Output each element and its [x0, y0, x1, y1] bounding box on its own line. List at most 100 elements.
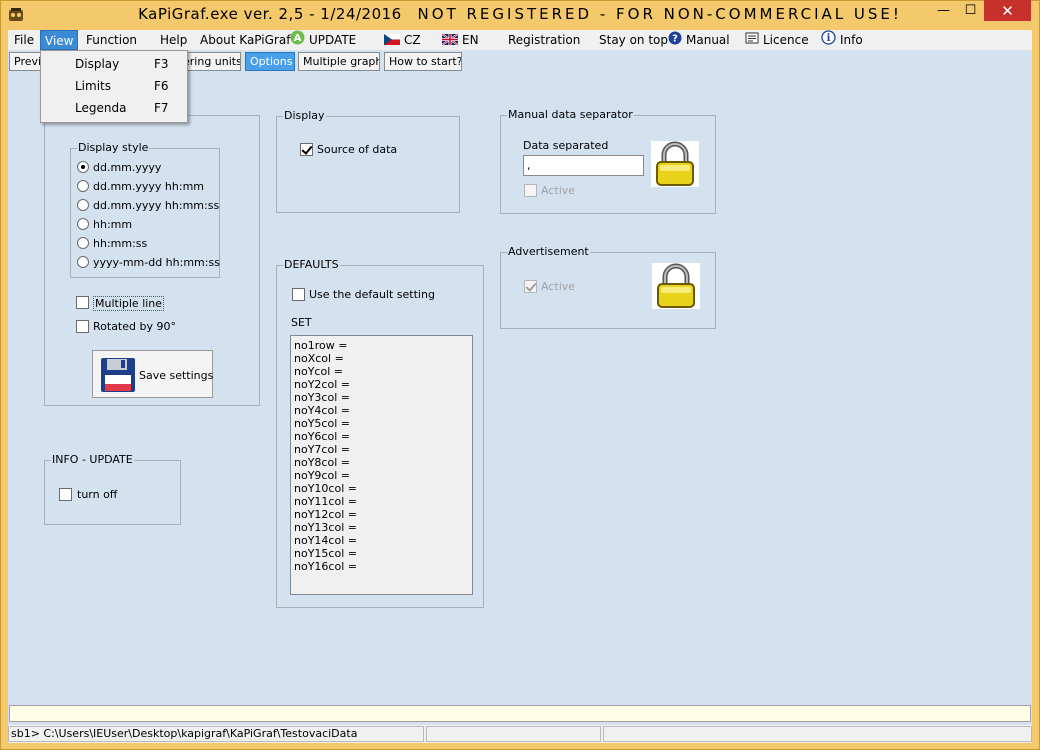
menu-manual[interactable]: ? Manual [664, 30, 734, 50]
status-pane-2 [426, 726, 601, 742]
status-bar: sb1> C:\Users\IEUser\Desktop\kapigraf\Ka… [8, 725, 1032, 743]
menu-info[interactable]: i Info [817, 30, 867, 50]
tab-multiple-graphs[interactable]: Multiple graphs [298, 52, 380, 71]
menu-licence[interactable]: Licence [741, 30, 813, 50]
set-line: noY12col = [294, 508, 357, 521]
menu-item-legenda-shortcut: F7 [154, 101, 169, 115]
set-line: noY15col = [294, 547, 357, 560]
data-separated-input[interactable]: , [523, 155, 644, 176]
display-style-radio[interactable] [77, 218, 89, 230]
floppy-disk-icon [100, 357, 136, 396]
set-label: SET [291, 316, 312, 329]
advertisement-active-checkbox[interactable] [524, 280, 537, 293]
source-of-data-label[interactable]: Source of data [317, 143, 397, 156]
menu-item-legenda[interactable]: Legenda F7 [41, 97, 187, 119]
set-memo[interactable]: no1row = noXcol = noYcol = noY2col = noY3col… [290, 335, 473, 595]
menu-en-label: EN [462, 33, 479, 47]
turn-off-label[interactable]: turn off [77, 488, 117, 501]
set-line: noY14col = [294, 534, 357, 547]
turn-off-checkbox[interactable] [59, 488, 72, 501]
use-default-label[interactable]: Use the default setting [309, 288, 435, 301]
menu-about[interactable]: About KaPiGraf [196, 30, 294, 50]
defaults-title: DEFAULTS [283, 258, 340, 271]
menu-registration[interactable]: Registration [504, 30, 584, 50]
lock-icon [651, 141, 699, 187]
set-line: noY16col = [294, 560, 357, 573]
display-style-option-label[interactable]: dd.mm.yyyy [93, 161, 161, 174]
svg-text:?: ? [672, 33, 678, 44]
set-line: noY4col = [294, 404, 350, 417]
source-of-data-checkbox[interactable] [300, 143, 313, 156]
window-title-registration: NOT REGISTERED - FOR NON-COMMERCIAL USE! [417, 5, 902, 23]
set-line: noXcol = [294, 352, 344, 365]
tab-preview[interactable]: Previ [9, 52, 41, 71]
menu-cz[interactable]: CZ [380, 30, 425, 50]
set-line: noYcol = [294, 365, 343, 378]
menu-en[interactable]: EN [438, 30, 483, 50]
display-style-radio[interactable] [77, 256, 89, 268]
display-style-radio[interactable] [77, 237, 89, 249]
rotated-checkbox[interactable] [76, 320, 89, 333]
menu-help[interactable]: Help [156, 30, 191, 50]
menu-view[interactable]: View [40, 30, 79, 50]
set-line: noY11col = [294, 495, 357, 508]
display-style-option-label[interactable]: dd.mm.yyyy hh:mm:ss [93, 199, 219, 212]
multiple-line-label[interactable]: Multiple line [93, 296, 165, 311]
tab-options[interactable]: Options [245, 52, 295, 71]
save-settings-button[interactable]: Save settings [92, 350, 213, 398]
set-line: noY7col = [294, 443, 350, 456]
display-style-option-label[interactable]: hh:mm [93, 218, 132, 231]
set-line: noY5col = [294, 417, 350, 430]
svg-text:A: A [294, 33, 302, 44]
display-style-option-label[interactable]: hh:mm:ss [93, 237, 147, 250]
menu-update[interactable]: A UPDATE [286, 30, 360, 50]
czech-flag-icon [384, 31, 400, 51]
view-dropdown-menu: Display F3 Limits F6 Legenda F7 [40, 50, 188, 123]
help-icon: ? [668, 31, 682, 51]
info-update-title: INFO - UPDATE [51, 453, 134, 466]
minimize-button[interactable]: — [930, 0, 957, 21]
manual-separator-title: Manual data separator [507, 108, 634, 121]
svg-text:i: i [827, 33, 831, 44]
set-line: no1row = [294, 339, 348, 352]
set-line: noY10col = [294, 482, 357, 495]
tab-how-to-start[interactable]: How to start? [384, 52, 462, 71]
multiple-line-checkbox[interactable] [76, 296, 89, 309]
display-style-radio[interactable] [77, 161, 89, 173]
data-separated-label: Data separated [523, 139, 609, 152]
window-title: KaPiGraf.exe ver. 2,5 - 1/24/2016 NOT RE… [0, 5, 1040, 23]
rotated-label[interactable]: Rotated by 90° [93, 320, 176, 333]
menu-item-display-shortcut: F3 [154, 57, 169, 71]
status-path: sb1> C:\Users\IEUser\Desktop\kapigraf\Ka… [8, 726, 424, 742]
menu-function[interactable]: Function [82, 30, 141, 50]
info-icon: i [821, 30, 836, 51]
display-source-title: Display [283, 109, 326, 122]
display-style-radio[interactable] [77, 199, 89, 211]
separator-active-checkbox[interactable] [524, 184, 537, 197]
menu-file[interactable]: File [10, 30, 38, 50]
title-bar[interactable]: KaPiGraf.exe ver. 2,5 - 1/24/2016 NOT RE… [0, 0, 1040, 30]
display-style-option-label[interactable]: yyyy-mm-dd hh:mm:ss [93, 256, 220, 269]
maximize-button[interactable]: ☐ [957, 0, 984, 21]
menu-manual-label: Manual [686, 33, 730, 47]
display-style-title: Display style [77, 141, 150, 154]
menu-stay-on-top[interactable]: Stay on top [595, 30, 672, 50]
menu-item-limits-shortcut: F6 [154, 79, 169, 93]
set-line: noY6col = [294, 430, 350, 443]
set-line: noY3col = [294, 391, 350, 404]
display-style-radio[interactable] [77, 180, 89, 192]
update-icon: A [290, 30, 305, 51]
close-button[interactable]: ✕ [984, 0, 1031, 21]
menu-licence-label: Licence [763, 33, 809, 47]
menu-update-label: UPDATE [309, 33, 357, 47]
display-style-option-label[interactable]: dd.mm.yyyy hh:mm [93, 180, 204, 193]
menu-item-limits[interactable]: Limits F6 [41, 75, 187, 97]
menu-cz-label: CZ [404, 33, 421, 47]
uk-flag-icon [441, 31, 459, 51]
use-default-checkbox[interactable] [292, 288, 305, 301]
display-source-group: Display [276, 110, 460, 213]
menu-bar: File View Function Help About KaPiGraf A… [8, 30, 1032, 50]
menu-item-display[interactable]: Display F3 [41, 53, 187, 75]
set-line: noY13col = [294, 521, 357, 534]
status-pane-3 [603, 726, 1032, 742]
